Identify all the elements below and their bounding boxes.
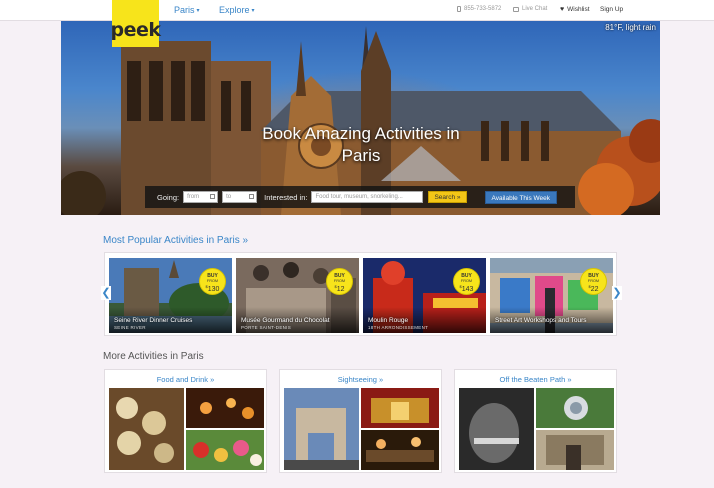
interested-label: Interested in:: [264, 192, 308, 202]
hero-banner: 81°F, light rain Book Amazing Activities…: [61, 21, 660, 215]
nav-explore-label: Explore: [219, 5, 250, 15]
to-date-placeholder: to: [226, 194, 232, 200]
phone-number[interactable]: 855-733-5872: [457, 6, 501, 12]
price-badge: BUY FROM $22: [580, 268, 607, 295]
to-date-input[interactable]: to: [222, 191, 258, 203]
activity-card[interactable]: BUY FROM $22 Street Art Workshops and To…: [490, 258, 613, 333]
category-title[interactable]: Food and Drink »: [105, 375, 266, 384]
activity-name: Seine River Dinner Cruises: [114, 317, 193, 324]
activity-location: SEINE RIVER: [114, 325, 146, 330]
weather-readout: 81°F, light rain: [605, 23, 656, 32]
activity-card[interactable]: BUY FROM $12 Musée Gourmand du Chocolat …: [236, 258, 359, 333]
category-title[interactable]: Sightseeing »: [280, 375, 441, 384]
interest-placeholder: Food tour, museum, snorkeling...: [315, 194, 403, 200]
popular-carousel: BUY FROM $130 Seine River Dinner Cruises…: [104, 252, 617, 336]
badge-price-value: 143: [461, 286, 474, 293]
signup-link[interactable]: Sign Up: [600, 6, 623, 13]
peek-logo[interactable]: peek: [110, 0, 162, 47]
hero-headline-line1: Book Amazing Activities in: [262, 124, 460, 143]
category-card-off-beaten-path[interactable]: Off the Beaten Path »: [454, 369, 617, 473]
from-date-input[interactable]: from: [183, 191, 219, 203]
badge-price-value: 130: [207, 286, 220, 293]
badge-price: $22: [581, 283, 606, 294]
category-image: [284, 388, 359, 470]
category-image: [361, 430, 439, 470]
category-image: [459, 388, 534, 470]
badge-price: $143: [454, 283, 479, 294]
activity-name: Street Art Workshops and Tours: [495, 317, 587, 324]
activity-location: PORTE SAINT-DENIS: [241, 325, 292, 330]
badge-price: $12: [327, 283, 352, 294]
activity-name: Moulin Rouge: [368, 317, 409, 324]
badge-price-value: 12: [336, 286, 345, 293]
live-chat-link[interactable]: Live Chat: [513, 6, 547, 12]
badge-price: $130: [200, 283, 225, 294]
more-activities-heading: More Activities in Paris: [103, 351, 204, 362]
chat-icon: [513, 6, 519, 12]
search-bar: Going: from to Interested in: Food tour,…: [145, 186, 575, 208]
heart-icon: ♥: [560, 6, 565, 13]
nav-explore-dropdown[interactable]: Explore ▾: [219, 5, 255, 15]
search-button[interactable]: Search »: [428, 191, 467, 203]
phone-icon: [457, 6, 461, 12]
price-badge: BUY FROM $130: [199, 268, 226, 295]
chevron-down-icon: ▾: [251, 8, 255, 14]
activity-name: Musée Gourmand du Chocolat: [241, 317, 330, 324]
activity-location: 18TH ARRONDISSEMENT: [368, 325, 429, 330]
most-popular-link[interactable]: Most Popular Activities in Paris »: [103, 235, 248, 246]
wishlist-link[interactable]: ♥ Wishlist: [560, 6, 590, 13]
activity-card[interactable]: BUY FROM $143 Moulin Rouge 18TH ARRONDIS…: [363, 258, 486, 333]
calendar-icon: [210, 194, 216, 199]
category-image: [361, 388, 439, 428]
going-label: Going:: [157, 192, 180, 202]
category-card-food[interactable]: Food and Drink »: [104, 369, 267, 473]
top-nav-bar: Paris ▾ Explore ▾ 855-733-5872 Live Chat ♥…: [0, 0, 714, 21]
category-image: [109, 388, 184, 470]
price-badge: BUY FROM $143: [453, 268, 480, 295]
nav-city-label: Paris: [174, 5, 195, 15]
from-date-placeholder: from: [187, 194, 200, 200]
signup-label: Sign Up: [600, 6, 624, 13]
chevron-down-icon: ▾: [196, 8, 200, 14]
category-image: [186, 388, 264, 428]
logo-text: peek: [110, 19, 162, 41]
badge-price-value: 22: [590, 286, 599, 293]
category-title[interactable]: Off the Beaten Path »: [455, 375, 616, 384]
activity-card[interactable]: BUY FROM $130 Seine River Dinner Cruises…: [109, 258, 232, 333]
phone-number-text: 855-733-5872: [464, 6, 502, 12]
hero-headline: Book Amazing Activities in Paris: [241, 123, 481, 167]
category-card-sightseeing[interactable]: Sightseeing »: [279, 369, 442, 473]
wishlist-label: Wishlist: [567, 6, 590, 13]
hero-headline-line2: Paris: [341, 146, 381, 165]
carousel-right-arrow-icon[interactable]: ❯: [612, 286, 622, 300]
interest-search-input[interactable]: Food tour, museum, snorkeling...: [311, 191, 424, 203]
category-image: [536, 388, 614, 428]
carousel-left-arrow-icon[interactable]: ❮: [101, 286, 111, 300]
available-this-week-button[interactable]: Available This Week: [484, 190, 558, 204]
category-image: [536, 430, 614, 470]
calendar-icon: [249, 194, 255, 199]
live-chat-label: Live Chat: [522, 6, 548, 12]
nav-city-dropdown[interactable]: Paris ▾: [174, 5, 200, 15]
price-badge: BUY FROM $12: [326, 268, 353, 295]
category-image: [186, 430, 264, 470]
